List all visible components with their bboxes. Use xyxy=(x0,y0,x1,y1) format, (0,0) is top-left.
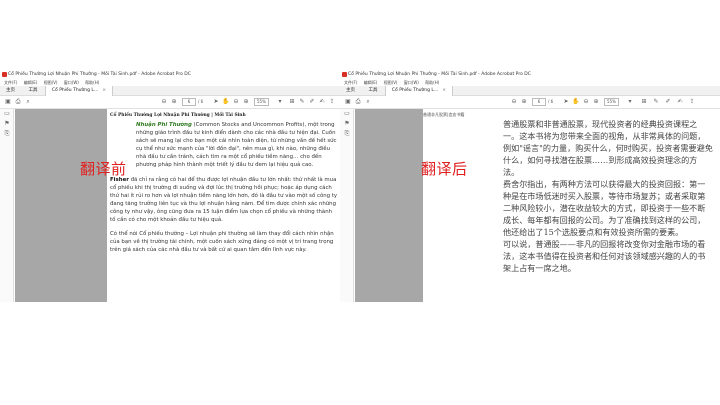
menu-edit[interactable]: 编辑(E) xyxy=(24,80,38,85)
left-navigation-pane: ▭ ⚑ ⎘ xyxy=(0,109,14,302)
tab-home[interactable]: 主页 xyxy=(340,86,361,96)
menu-window[interactable]: 窗口(W) xyxy=(64,80,79,85)
prev-page-icon[interactable]: ⊖ xyxy=(160,98,168,106)
save-icon[interactable]: ▣ xyxy=(344,98,352,106)
window-title: Cổ Phiếu Thường Lợi Nhuận Phi Thường - M… xyxy=(348,72,531,77)
comment-icon[interactable]: ✎ xyxy=(652,98,660,106)
zoom-in-icon[interactable]: ⊕ xyxy=(242,98,250,106)
save-icon[interactable]: ▣ xyxy=(4,98,12,106)
highlighted-title: Nhuận Phi Thường xyxy=(136,122,192,128)
chevron-down-icon[interactable]: ▾ xyxy=(276,98,284,106)
select-tool-icon[interactable]: ➤ xyxy=(562,98,570,106)
menu-bar: 文件(F) 编辑(E) 视图(V) 窗口(W) 帮助(H) xyxy=(340,79,720,86)
hand-tool-icon[interactable]: ✋ xyxy=(572,98,580,106)
paragraph-2: 费舍尔指出，有两种方法可以获得最大的投资回报：第一种是在市场低迷时买入股票，等待… xyxy=(503,179,706,237)
menu-view[interactable]: 视图(V) xyxy=(44,80,58,85)
highlight-icon[interactable]: ✐ xyxy=(664,98,672,106)
bookmark-icon[interactable]: ⚑ xyxy=(0,119,14,129)
title-bar: Cổ Phiếu Thường Lợi Nhuận Phi Thường - M… xyxy=(0,70,344,79)
menu-help[interactable]: 帮助(H) xyxy=(85,80,99,85)
menu-window[interactable]: 窗口(W) xyxy=(404,80,419,85)
tab-document[interactable]: Cổ Phiếu Thường L... × xyxy=(384,86,453,96)
sign-icon[interactable]: ✍ xyxy=(676,98,684,106)
paragraph-2-text: đã chỉ ra rằng có hai để thu được lợi nh… xyxy=(110,176,338,224)
highlight-icon[interactable]: ✐ xyxy=(308,98,316,106)
tab-bar: 主页 工具 Cổ Phiếu Thường L... × xyxy=(0,86,344,96)
zoom-level[interactable]: 55% xyxy=(254,98,269,106)
tab-bar: 主页 工具 Cổ Phiếu Thường L... × xyxy=(340,86,720,96)
next-page-icon[interactable]: ⊕ xyxy=(520,98,528,106)
toolbar: ▣ ⎙ ⌕ ⊖ ⊕ 6 / 6 ➤ ✋ ⊖ ⊕ 55% ▾ ⊞ ✎ ✐ ✍ ⇪ xyxy=(0,96,344,109)
zoom-out-icon[interactable]: ⊖ xyxy=(232,98,240,106)
canvas-background xyxy=(355,109,423,302)
label-before-translation: 翻译前 xyxy=(80,160,127,178)
menu-file[interactable]: 文件(F) xyxy=(344,80,357,85)
document-area: ▭ ⚑ ⎘ 普通非凡股票|造血书籍 普通股票和非普通股票，现代投资者的经典投资课… xyxy=(340,109,720,302)
translated-text: 普通股票和非普通股票，现代投资者的经典投资课程之一。这本书将为您带来全面的视角，… xyxy=(503,118,713,274)
paragraph-1: 普通股票和非普通股票，现代投资者的经典投资课程之一。这本书将为您带来全面的视角，… xyxy=(503,119,713,177)
paragraph-1-text: (Common Stocks and Uncommon Profits), mộ… xyxy=(136,122,337,169)
pdf-page: 普通非凡股票|造血书籍 普通股票和非普通股票，现代投资者的经典投资课程之一。这本… xyxy=(423,109,720,302)
attachment-icon[interactable]: ⎘ xyxy=(0,129,14,139)
window-title: Cổ Phiếu Thường Lợi Nhuận Phi Thường - M… xyxy=(8,72,191,77)
canvas-background xyxy=(15,109,107,302)
label-after-translation: 翻译后 xyxy=(421,160,468,178)
print-icon[interactable]: ⎙ xyxy=(354,98,362,106)
attachment-icon[interactable]: ⎘ xyxy=(340,129,354,139)
search-icon[interactable]: ⌕ xyxy=(24,98,32,106)
hand-tool-icon[interactable]: ✋ xyxy=(222,98,230,106)
next-page-icon[interactable]: ⊕ xyxy=(170,98,178,106)
close-icon[interactable]: × xyxy=(442,88,446,93)
search-icon[interactable]: ⌕ xyxy=(364,98,372,106)
bookmark-icon[interactable]: ⚑ xyxy=(340,119,354,129)
document-area: ▭ ⚑ ⎘ Cổ Phiếu Thường Lợi Nhuận Phi Thườ… xyxy=(0,109,344,302)
prev-page-icon[interactable]: ⊖ xyxy=(510,98,518,106)
page-total: / 6 xyxy=(548,99,554,104)
thumbnails-icon[interactable]: ▭ xyxy=(0,109,14,119)
paragraph-3: Có thể nói Cổ phiếu thường – Lợi nhuận p… xyxy=(110,231,334,254)
close-icon[interactable]: × xyxy=(102,88,106,93)
zoom-in-icon[interactable]: ⊕ xyxy=(592,98,600,106)
share-icon[interactable]: ⇪ xyxy=(688,98,696,106)
menu-view[interactable]: 视图(V) xyxy=(384,80,398,85)
paragraph-1: Nhuận Phi Thường (Common Stocks and Unco… xyxy=(110,121,338,170)
sign-icon[interactable]: ✍ xyxy=(318,98,326,106)
tab-home[interactable]: 主页 xyxy=(0,86,21,96)
comment-icon[interactable]: ✎ xyxy=(298,98,306,106)
chevron-down-icon[interactable]: ▾ xyxy=(626,98,634,106)
tab-document-label: Cổ Phiếu Thường L... xyxy=(391,88,439,93)
page-number-input[interactable]: 6 xyxy=(182,98,196,106)
menu-bar: 文件(F) 编辑(E) 视图(V) 窗口(W) 帮助(H) xyxy=(0,79,344,86)
toolbar: ▣ ⎙ ⌕ ⊖ ⊕ 6 / 6 ➤ ✋ ⊖ ⊕ 55% ▾ ⊞ ✎ ✐ ✍ ⇪ xyxy=(340,96,720,109)
paragraph-3: 可以说，普通股——非凡的回报将改变你对金融市场的看法，这本书值得在投资者和任何对… xyxy=(503,239,706,273)
tab-tools[interactable]: 工具 xyxy=(362,86,383,96)
menu-help[interactable]: 帮助(H) xyxy=(425,80,439,85)
acrobat-window-after: Cổ Phiếu Thường Lợi Nhuận Phi Thường - M… xyxy=(340,70,720,302)
print-icon[interactable]: ⎙ xyxy=(14,98,22,106)
select-tool-icon[interactable]: ➤ xyxy=(212,98,220,106)
zoom-out-icon[interactable]: ⊖ xyxy=(582,98,590,106)
pdf-page: Cổ Phiếu Thường Lợi Nhuận Phi Thường | M… xyxy=(107,109,344,302)
thumbnails-icon[interactable]: ▭ xyxy=(340,109,354,119)
menu-file[interactable]: 文件(F) xyxy=(4,80,17,85)
tab-tools[interactable]: 工具 xyxy=(22,86,43,96)
page-total: / 6 xyxy=(198,99,204,104)
acrobat-app-icon xyxy=(342,72,347,77)
tab-document-label: Cổ Phiếu Thường L... xyxy=(51,88,99,93)
tab-document[interactable]: Cổ Phiếu Thường L... × xyxy=(44,86,113,96)
acrobat-window-before: Cổ Phiếu Thường Lợi Nhuận Phi Thường - M… xyxy=(0,70,344,302)
zoom-level[interactable]: 55% xyxy=(604,98,619,106)
page-header: Cổ Phiếu Thường Lợi Nhuận Phi Thường | M… xyxy=(110,113,246,118)
page-number-input[interactable]: 6 xyxy=(532,98,546,106)
title-bar: Cổ Phiếu Thường Lợi Nhuận Phi Thường - M… xyxy=(340,70,720,79)
fit-page-icon[interactable]: ⊞ xyxy=(640,98,648,106)
share-icon[interactable]: ⇪ xyxy=(328,98,336,106)
menu-edit[interactable]: 编辑(E) xyxy=(364,80,378,85)
acrobat-app-icon xyxy=(2,72,7,77)
left-navigation-pane: ▭ ⚑ ⎘ xyxy=(340,109,354,302)
paragraph-2: Fisher đã chỉ ra rằng có hai để thu được… xyxy=(110,176,338,225)
fit-page-icon[interactable]: ⊞ xyxy=(288,98,296,106)
